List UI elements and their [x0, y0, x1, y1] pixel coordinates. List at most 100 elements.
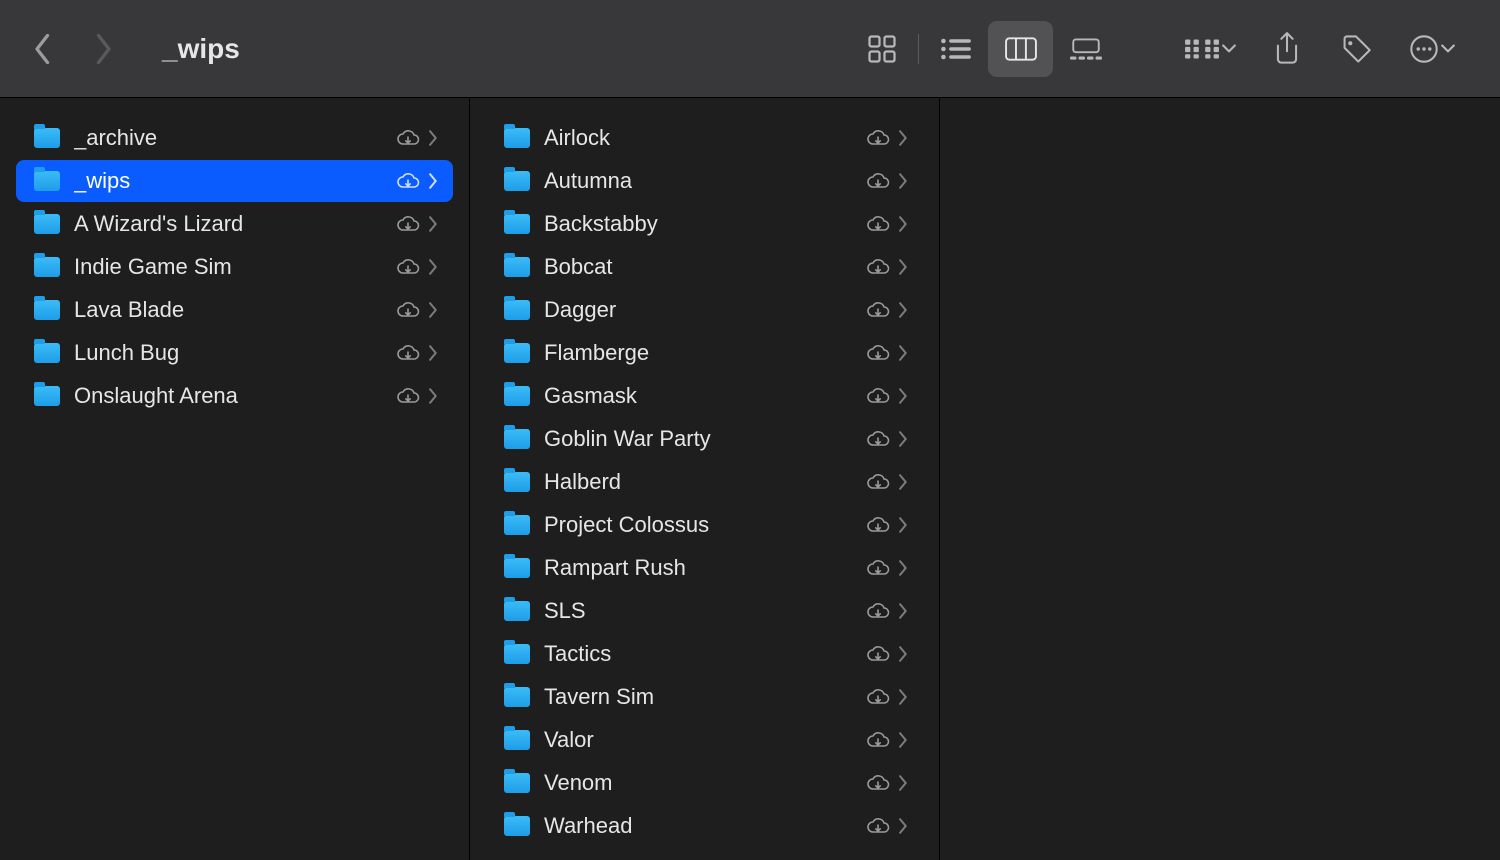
cloud-download-icon[interactable]	[865, 727, 891, 753]
folder-row[interactable]: Tavern Sim	[486, 676, 923, 718]
folder-row[interactable]: Valor	[486, 719, 923, 761]
cloud-download-icon[interactable]	[865, 426, 891, 452]
folder-row[interactable]: SLS	[486, 590, 923, 632]
folder-icon	[504, 816, 530, 836]
chevron-right-icon	[94, 34, 112, 64]
folder-label: SLS	[544, 598, 586, 624]
folder-label: Tavern Sim	[544, 684, 654, 710]
cloud-download-icon[interactable]	[865, 254, 891, 280]
folder-row[interactable]: _archive	[16, 117, 453, 159]
folder-icon	[504, 429, 530, 449]
chevron-right-icon	[899, 388, 909, 404]
folder-row[interactable]: Lunch Bug	[16, 332, 453, 374]
folder-icon	[34, 128, 60, 148]
cloud-download-icon[interactable]	[865, 641, 891, 667]
folder-label: A Wizard's Lizard	[74, 211, 243, 237]
cloud-download-icon[interactable]	[865, 555, 891, 581]
back-button[interactable]	[28, 29, 58, 69]
folder-row[interactable]: Halberd	[486, 461, 923, 503]
folder-row[interactable]: Tactics	[486, 633, 923, 675]
cloud-download-icon[interactable]	[865, 684, 891, 710]
forward-button[interactable]	[88, 29, 118, 69]
folder-icon	[504, 730, 530, 750]
folder-icon	[504, 601, 530, 621]
folder-label: Venom	[544, 770, 613, 796]
cloud-download-icon[interactable]	[865, 211, 891, 237]
window-title: _wips	[162, 33, 240, 65]
view-icon-button[interactable]	[849, 21, 914, 77]
folder-label: Bobcat	[544, 254, 613, 280]
folder-icon	[504, 687, 530, 707]
cloud-download-icon[interactable]	[865, 813, 891, 839]
cloud-download-icon[interactable]	[395, 211, 421, 237]
cloud-download-icon[interactable]	[865, 512, 891, 538]
folder-icon	[504, 214, 530, 234]
folder-label: Onslaught Arena	[74, 383, 238, 409]
folder-row[interactable]: Rampart Rush	[486, 547, 923, 589]
chevron-right-icon	[899, 603, 909, 619]
actions-button[interactable]	[1392, 21, 1472, 77]
folder-row[interactable]: Project Colossus	[486, 504, 923, 546]
folder-label: Goblin War Party	[544, 426, 711, 452]
folder-label: _wips	[74, 168, 130, 194]
cloud-download-icon[interactable]	[865, 297, 891, 323]
view-mode-group	[849, 21, 1118, 77]
chevron-right-icon	[899, 474, 909, 490]
cloud-download-icon[interactable]	[865, 770, 891, 796]
cloud-download-icon[interactable]	[865, 598, 891, 624]
column-0: _archive _wips A Wizard's Lizard Indie Game…	[0, 98, 470, 860]
folder-label: Backstabby	[544, 211, 658, 237]
cloud-download-icon[interactable]	[395, 340, 421, 366]
cloud-download-icon[interactable]	[395, 383, 421, 409]
folder-row[interactable]: Venom	[486, 762, 923, 804]
chevron-right-icon	[429, 130, 439, 146]
view-column-button[interactable]	[988, 21, 1053, 77]
folder-icon	[34, 386, 60, 406]
folder-label: Airlock	[544, 125, 610, 151]
folder-row[interactable]: _wips	[16, 160, 453, 202]
folder-row[interactable]: Dagger	[486, 289, 923, 331]
cloud-download-icon[interactable]	[865, 383, 891, 409]
folder-row[interactable]: A Wizard's Lizard	[16, 203, 453, 245]
folder-row[interactable]: Indie Game Sim	[16, 246, 453, 288]
folder-row[interactable]: Bobcat	[486, 246, 923, 288]
folder-icon	[504, 558, 530, 578]
cloud-download-icon[interactable]	[395, 254, 421, 280]
folder-row[interactable]: Backstabby	[486, 203, 923, 245]
column-1: Airlock Autumna Backstabby Bobcat DaggerFlam…	[470, 98, 940, 860]
share-button[interactable]	[1254, 21, 1319, 77]
cloud-download-icon[interactable]	[865, 125, 891, 151]
folder-row[interactable]: Goblin War Party	[486, 418, 923, 460]
folder-row[interactable]: Flamberge	[486, 332, 923, 374]
toolbar-separator	[918, 34, 919, 64]
cloud-download-icon[interactable]	[395, 168, 421, 194]
grouping-button[interactable]	[1170, 21, 1250, 77]
folder-label: Lava Blade	[74, 297, 184, 323]
folder-row[interactable]: Onslaught Arena	[16, 375, 453, 417]
folder-row[interactable]: Gasmask	[486, 375, 923, 417]
folder-label: Tactics	[544, 641, 611, 667]
ellipsis-circle-icon	[1409, 34, 1439, 64]
folder-label: Warhead	[544, 813, 632, 839]
chevron-right-icon	[899, 646, 909, 662]
cloud-download-icon[interactable]	[865, 469, 891, 495]
folder-icon	[504, 128, 530, 148]
folder-label: Rampart Rush	[544, 555, 686, 581]
cloud-download-icon[interactable]	[865, 340, 891, 366]
cloud-download-icon[interactable]	[395, 125, 421, 151]
folder-row[interactable]: Warhead	[486, 805, 923, 847]
column-view: _archive _wips A Wizard's Lizard Indie Game…	[0, 98, 1500, 860]
folder-row[interactable]: Autumna	[486, 160, 923, 202]
cloud-download-icon[interactable]	[395, 297, 421, 323]
view-list-button[interactable]	[923, 21, 988, 77]
cloud-download-icon[interactable]	[865, 168, 891, 194]
chevron-right-icon	[899, 517, 909, 533]
folder-icon	[504, 773, 530, 793]
chevron-right-icon	[429, 388, 439, 404]
tags-button[interactable]	[1323, 21, 1388, 77]
folder-label: Project Colossus	[544, 512, 709, 538]
folder-icon	[504, 515, 530, 535]
view-gallery-button[interactable]	[1053, 21, 1118, 77]
folder-row[interactable]: Airlock	[486, 117, 923, 159]
folder-row[interactable]: Lava Blade	[16, 289, 453, 331]
